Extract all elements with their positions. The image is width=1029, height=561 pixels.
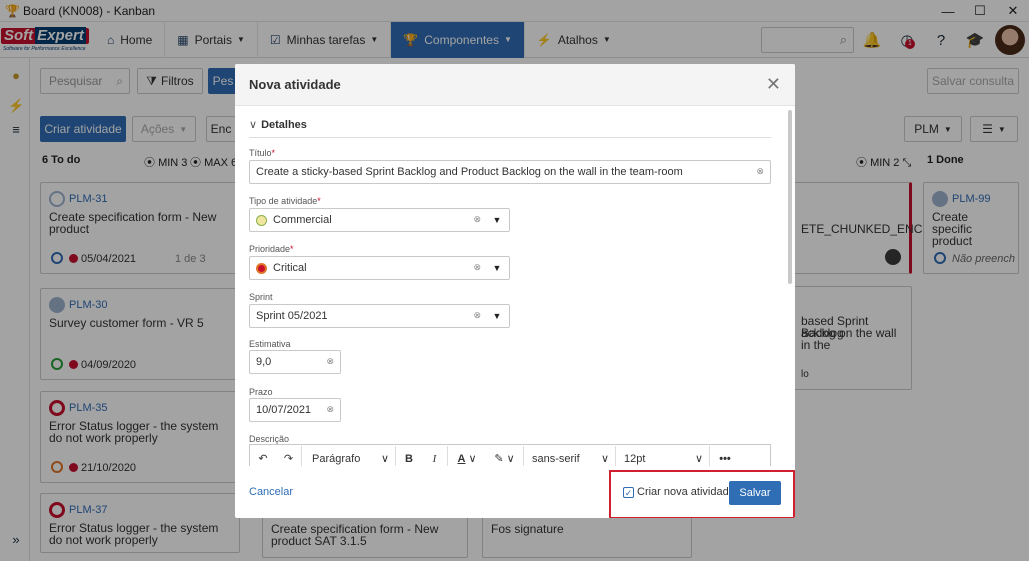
chevron-down-icon: ∨ [249,119,258,131]
sprint-label: Sprint [249,292,273,302]
critical-icon [256,262,267,274]
description-label: Descrição [249,434,290,444]
save-button[interactable]: Salvar [729,481,781,505]
dropdown-arrow-icon[interactable]: ▼ [485,257,509,279]
font-color-icon[interactable]: A ∨ [448,446,486,467]
modal-title: Nova atividade [249,77,341,92]
create-new-checkbox[interactable]: ✓ Criar nova atividade [623,486,735,498]
cancel-button[interactable]: Cancelar [249,486,293,498]
clear-icon[interactable]: ⊗ [473,214,481,225]
new-activity-modal: Nova atividade ✕ ∨ Detalhes Título* Creat… [235,64,795,518]
modal-body: ∨ Detalhes Título* Create a sticky-based … [249,106,771,466]
chevron-down-icon: ∨ [380,453,389,465]
paragraph-select[interactable]: Parágrafo ∨ [302,445,396,466]
commercial-icon [256,214,267,226]
clear-icon[interactable]: ⊗ [473,310,481,321]
checkbox-checked-icon[interactable]: ✓ [623,486,634,498]
clear-icon[interactable]: ⊗ [326,356,334,367]
redo-icon[interactable]: ↷ [276,445,302,466]
activity-type-select[interactable]: Commercial ⊗ ▼ [249,208,510,232]
font-family-select[interactable]: sans-serif ∨ [524,445,616,466]
font-size-select[interactable]: 12pt ∨ [616,445,710,466]
modal-footer: Cancelar ✓ Criar nova atividade Salvar [235,466,795,518]
sprint-select[interactable]: Sprint 05/2021 ⊗ ▼ [249,304,510,328]
clear-icon[interactable]: ⊗ [756,166,764,177]
title-label: Título* [249,148,276,158]
chevron-down-icon: ∨ [694,453,703,465]
modal-header: Nova atividade ✕ [235,64,795,106]
details-section[interactable]: ∨ Detalhes [249,118,771,138]
deadline-label: Prazo [249,387,273,397]
clear-icon[interactable]: ⊗ [326,404,334,415]
clear-icon[interactable]: ⊗ [473,262,481,273]
highlight-icon[interactable]: ✎ ∨ [486,445,524,466]
close-icon[interactable]: ✕ [766,74,781,95]
priority-select[interactable]: Critical ⊗ ▼ [249,256,510,280]
dropdown-arrow-icon[interactable]: ▼ [485,209,509,231]
undo-icon[interactable]: ↶ [250,446,276,467]
more-icon[interactable]: ••• [710,446,740,467]
dropdown-arrow-icon[interactable]: ▼ [485,305,509,327]
activity-type-label: Tipo de atividade* [249,196,321,206]
title-input[interactable]: Create a sticky-based Sprint Backlog and… [249,160,771,184]
deadline-input[interactable]: 10/07/2021 ⊗ [249,398,341,422]
editor-toolbar: ↶ ↷ Parágrafo ∨ B I A ∨ ✎ ∨ sans-serif ∨ 1… [249,444,771,466]
estimate-input[interactable]: 9,0 ⊗ [249,350,341,374]
italic-icon[interactable]: I [422,445,448,466]
chevron-down-icon: ∨ [600,453,609,465]
estimate-label: Estimativa [249,339,291,349]
modal-scrollbar[interactable] [788,110,792,284]
priority-label: Prioridade* [249,244,294,254]
bold-icon[interactable]: B [396,446,422,467]
